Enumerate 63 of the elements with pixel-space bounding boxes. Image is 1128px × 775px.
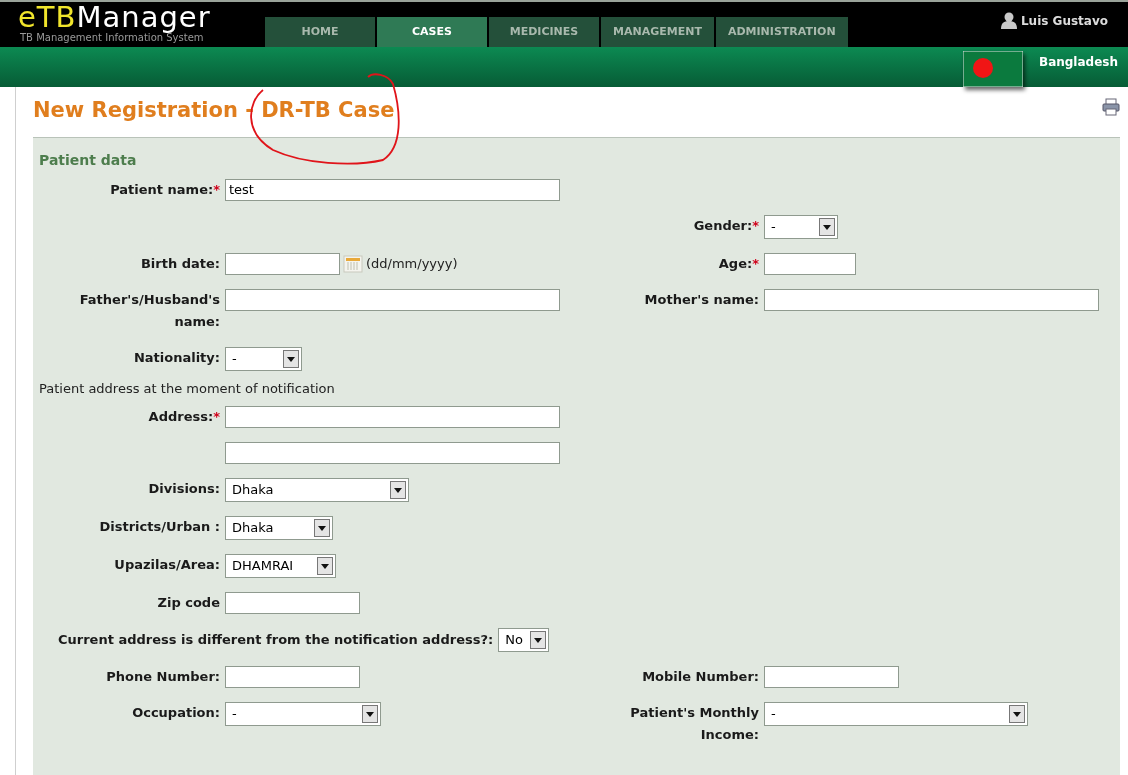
dropdown[interactable]: Dhaka [225, 478, 409, 502]
field-label: Gender:* [693, 216, 759, 235]
section-title: Patient data [39, 150, 138, 170]
nav-tab[interactable]: HOME [265, 17, 375, 47]
text-field[interactable] [225, 442, 560, 464]
flag-icon [963, 51, 1023, 87]
calendar-icon[interactable] [343, 253, 363, 274]
section-caption: Patient address at the moment of notification [39, 379, 336, 398]
nav-tab[interactable]: MEDICINES [489, 17, 599, 47]
text-field[interactable]: test [225, 178, 560, 201]
field-label: Patient's Monthly Income: [629, 704, 759, 744]
text-field[interactable] [225, 666, 360, 688]
text-field[interactable] [764, 252, 856, 275]
text-field[interactable] [764, 666, 899, 688]
caret-icon [530, 631, 547, 649]
dropdown[interactable]: DHAMRAI [225, 554, 336, 578]
field-label: Mother's name: [644, 290, 759, 309]
field-label: Current address is different from the notification address?: [58, 631, 494, 650]
date-format-hint: (dd/mm/yyyy) [366, 254, 458, 273]
nav-tab[interactable]: CASES [377, 17, 487, 47]
field-label: Age:* [718, 254, 759, 273]
required-asterisk: * [213, 409, 220, 424]
text-field[interactable] [764, 288, 1099, 311]
field-label: Divisions: [148, 480, 220, 498]
text-field[interactable] [225, 406, 560, 428]
field-label: Upazilas/Area: [114, 556, 220, 574]
user-icon [1000, 12, 1017, 29]
printer-icon[interactable] [1102, 97, 1120, 116]
country-name[interactable]: Bangladesh [1039, 47, 1118, 71]
caret-icon [314, 519, 330, 537]
dropdown[interactable]: - [225, 702, 381, 726]
logo-subtitle: TB Management Information System [19, 32, 204, 44]
required-asterisk: * [213, 181, 220, 197]
required-asterisk: * [752, 217, 759, 233]
text-field[interactable] [225, 592, 360, 614]
user-name[interactable]: Luis Gustavo [1020, 12, 1108, 30]
caret-icon [390, 481, 406, 499]
caret-icon [362, 705, 378, 723]
caret-icon [1009, 705, 1025, 723]
field-label: Mobile Number: [642, 668, 759, 686]
date-field[interactable] [225, 252, 340, 275]
field-label: Address:* [148, 408, 220, 426]
caret-icon [317, 557, 333, 575]
caret-icon [819, 217, 835, 236]
nav-tab[interactable]: ADMINISTRATION [715, 17, 848, 47]
caret-icon [283, 349, 299, 368]
field-label: Phone Number: [106, 668, 220, 686]
logo: eTBManager [18, 2, 212, 32]
field-label: Father's/Husband's name: [78, 290, 220, 331]
nav-tab[interactable]: MANAGEMENT [601, 17, 714, 47]
field-label: Districts/Urban : [99, 518, 220, 536]
dropdown[interactable]: No [498, 628, 550, 652]
field-label: Patient name:* [110, 180, 220, 199]
required-asterisk: * [752, 255, 759, 271]
field-label: Birth date: [140, 254, 220, 273]
field-label: Nationality: [133, 348, 220, 367]
dropdown[interactable]: - [764, 214, 838, 239]
field-label: Occupation: [132, 704, 220, 722]
text-field[interactable] [225, 288, 560, 311]
dropdown[interactable]: Dhaka [225, 516, 333, 540]
dropdown[interactable]: - [764, 702, 1028, 726]
dropdown[interactable]: - [225, 346, 302, 371]
field-label: Zip code [157, 594, 220, 612]
